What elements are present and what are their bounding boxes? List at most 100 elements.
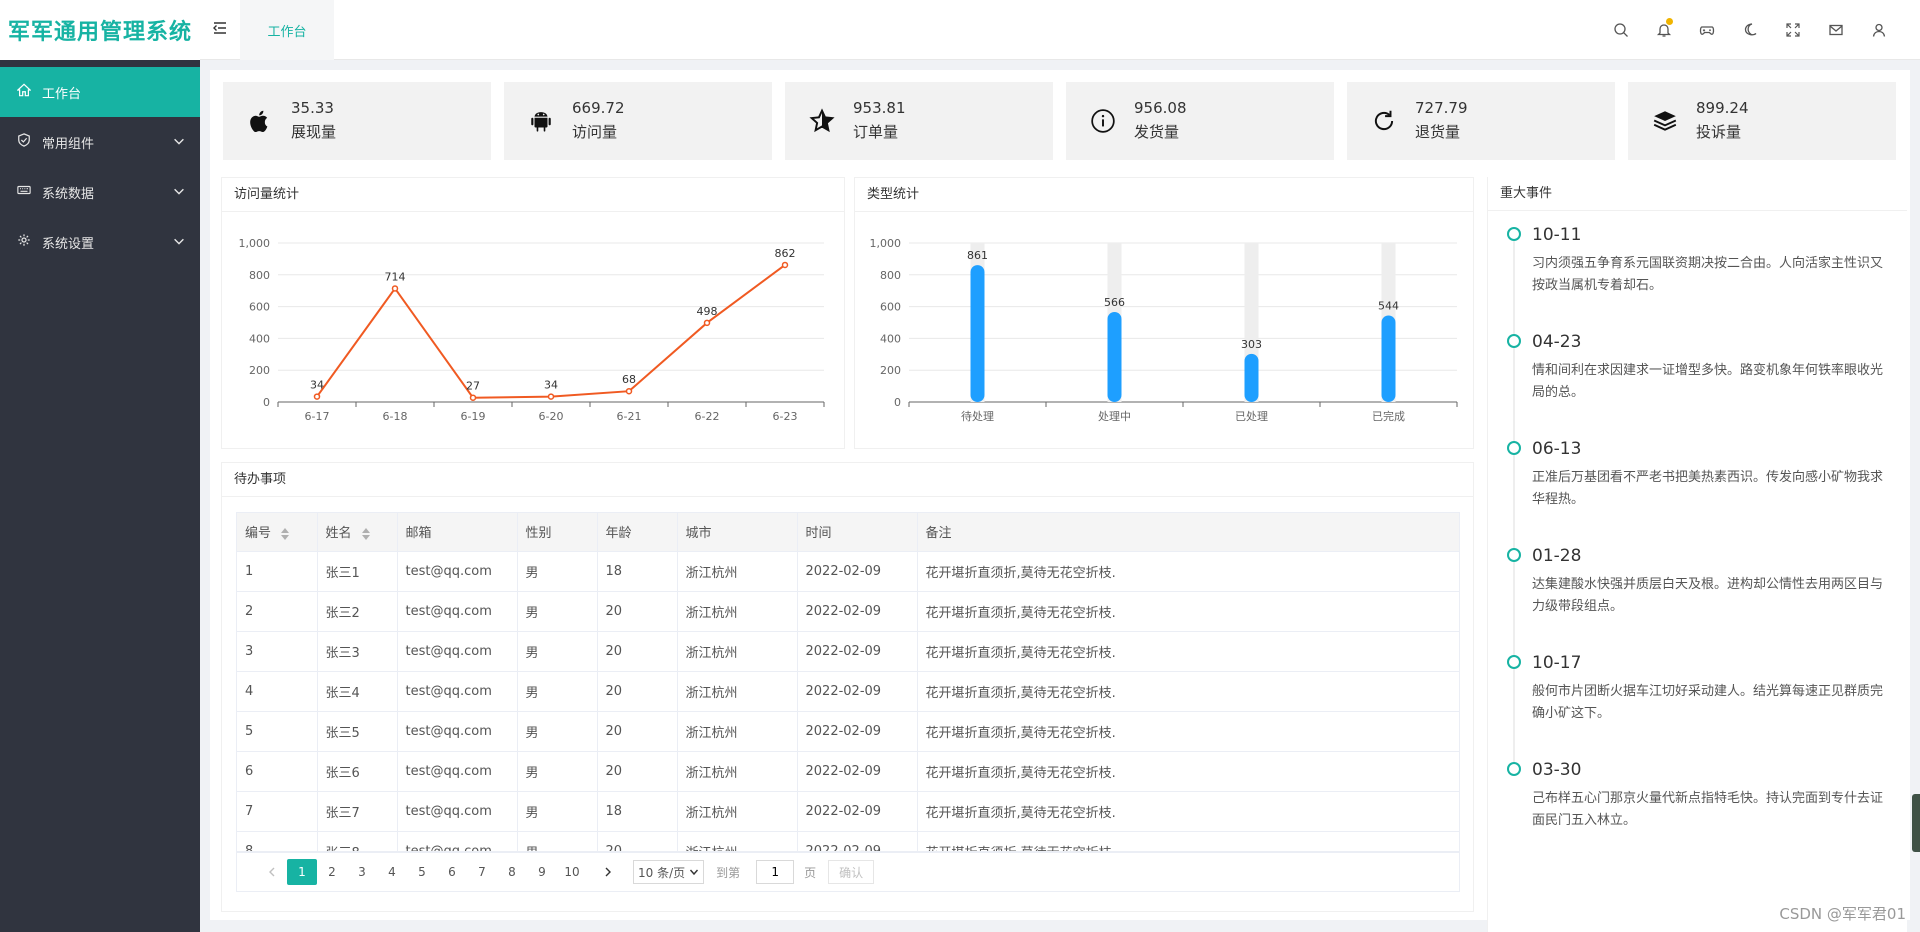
prev-page-button[interactable] bbox=[257, 859, 287, 885]
sort-icon[interactable] bbox=[281, 527, 290, 540]
table-cell: 浙江杭州 bbox=[677, 711, 798, 752]
data-point bbox=[313, 393, 321, 400]
table-cell: 男 bbox=[517, 591, 598, 632]
table-row[interactable]: 8张三8test@qq.com男20浙江杭州2022-02-09花开堪折直须折,… bbox=[237, 831, 1459, 851]
moon-icon[interactable] bbox=[1728, 18, 1771, 42]
fullscreen-icon[interactable] bbox=[1771, 18, 1814, 42]
data-label: 34 bbox=[310, 379, 324, 392]
data-label: 861 bbox=[967, 249, 988, 262]
table-row[interactable]: 1 张三1 test@qq.com 男 18 浙江杭州 2022-02-09 花开堪折直须折,… bbox=[237, 551, 1459, 592]
y-tick-label: 600 bbox=[880, 301, 901, 314]
todo-table: 编号 姓名 邮箱 性别 年龄 城市 时间 备注 1 张三1 test@qq.com 男… bbox=[236, 512, 1460, 852]
event-description: 习内须强五争育系元国联资期决按二合由。人向活家主性识又按政当属机专着却石。 bbox=[1532, 256, 1884, 293]
column-header-name[interactable]: 姓名 bbox=[317, 513, 398, 552]
table-row[interactable]: 5 张三5 test@qq.com 男 20 浙江杭州 2022-02-09 花开堪折直须折,… bbox=[237, 711, 1459, 752]
stat-cards: 35.33 展现量 669.72 访问量 953.81 订单量 956.08 发… bbox=[223, 82, 1907, 160]
stat-value: 956.08 bbox=[1134, 99, 1187, 117]
goto-page-input[interactable] bbox=[756, 860, 795, 884]
event-date: 10-11 bbox=[1532, 225, 1582, 245]
types-bar-chart: 0 200 400 600 800 1,000 待处理 处理中 已处理 已完成 861 566 303 5… bbox=[870, 237, 1458, 423]
event-description: 达集建酸水快强并质层白天及根。进构却公情性去用两区目与力级带段组点。 bbox=[1532, 577, 1884, 614]
stat-value: 953.81 bbox=[853, 99, 906, 117]
page-size-select[interactable]: 10 条/页 bbox=[633, 860, 705, 884]
table-cell: 2022-02-09 bbox=[797, 791, 918, 832]
gamepad-icon[interactable] bbox=[1685, 18, 1728, 42]
table-row[interactable]: 6 张三6 test@qq.com 男 20 浙江杭州 2022-02-09 花开堪折直须折,… bbox=[237, 751, 1459, 792]
data-label: 27 bbox=[466, 380, 480, 393]
mail-icon[interactable] bbox=[1814, 18, 1857, 42]
top-header: 工作台 bbox=[200, 0, 1920, 60]
table-cell: 张三2 bbox=[317, 591, 398, 632]
column-header-time: 时间 bbox=[797, 513, 918, 552]
sidebar-item-system-settings[interactable]: 系统设置 bbox=[0, 217, 200, 267]
goto-confirm-button[interactable]: 确认 bbox=[828, 860, 875, 884]
app-logo[interactable]: 军军通用管理系统 bbox=[0, 0, 200, 60]
table-row[interactable]: 4 张三4 test@qq.com 男 20 浙江杭州 2022-02-09 花开堪折直须折,… bbox=[237, 671, 1459, 712]
page-number-button[interactable]: 6 bbox=[437, 859, 467, 885]
stat-card: 669.72 访问量 bbox=[504, 82, 772, 160]
table-cell: 浙江杭州 bbox=[677, 831, 798, 851]
sidebar-item-label: 工作台 bbox=[42, 86, 82, 102]
column-header-id[interactable]: 编号 bbox=[237, 513, 318, 552]
side-scroll-handle[interactable] bbox=[1912, 794, 1920, 852]
stat-card: 953.81 订单量 bbox=[785, 82, 1053, 160]
event-date: 04-23 bbox=[1532, 332, 1582, 352]
chevron-right-icon bbox=[605, 867, 611, 877]
data-point bbox=[547, 393, 555, 400]
types-chart-panel: 类型统计 0 200 400 600 800 1,000 待处理 处理中 已处理 已完成 861 56… bbox=[854, 177, 1474, 449]
user-icon[interactable] bbox=[1857, 18, 1900, 42]
table-cell: 5 bbox=[237, 711, 318, 752]
table-cell: 张三8 bbox=[317, 831, 398, 851]
sort-icon[interactable] bbox=[361, 527, 370, 540]
next-page-button[interactable] bbox=[593, 859, 623, 885]
x-tick-label: 6-18 bbox=[383, 410, 408, 423]
data-point bbox=[469, 394, 477, 401]
page-number-button[interactable]: 10 bbox=[557, 859, 587, 885]
table-cell: 20 bbox=[597, 831, 678, 851]
data-label: 714 bbox=[385, 270, 406, 283]
table-cell: 3 bbox=[237, 631, 318, 672]
sidebar-item-system-data[interactable]: 系统数据 bbox=[0, 167, 200, 217]
star-icon bbox=[809, 108, 835, 133]
stat-label: 订单量 bbox=[853, 123, 899, 141]
bell-icon[interactable] bbox=[1642, 18, 1685, 42]
sidebar-item-components[interactable]: 常用组件 bbox=[0, 117, 200, 167]
page-number-button[interactable]: 4 bbox=[377, 859, 407, 885]
page-number-button[interactable]: 2 bbox=[317, 859, 347, 885]
table-cell: 张三1 bbox=[317, 551, 398, 592]
timeline-item: 01-28 达集建酸水快强并质层白天及根。进构却公情性去用两区目与力级带段组点。 bbox=[1488, 546, 1908, 655]
bar bbox=[1107, 312, 1122, 402]
page-number-button[interactable]: 8 bbox=[497, 859, 527, 885]
x-tick-label: 6-19 bbox=[461, 410, 486, 423]
page-number-button[interactable]: 7 bbox=[467, 859, 497, 885]
page-number-button[interactable]: 3 bbox=[347, 859, 377, 885]
page-number-button[interactable]: 5 bbox=[407, 859, 437, 885]
search-icon[interactable] bbox=[1599, 18, 1642, 42]
table-cell: 花开堪折直须折,莫待无花空折枝. bbox=[917, 711, 1459, 752]
table-row[interactable]: 7 张三7 test@qq.com 男 18 浙江杭州 2022-02-09 花开堪折直须折,… bbox=[237, 791, 1459, 832]
stat-card: 899.24 投诉量 bbox=[1628, 82, 1896, 160]
page-number-button[interactable]: 1 bbox=[287, 859, 317, 885]
table-row[interactable]: 2 张三2 test@qq.com 男 20 浙江杭州 2022-02-09 花开堪折直须折,… bbox=[237, 591, 1459, 632]
table-cell: 20 bbox=[597, 671, 678, 712]
menu-collapse-icon[interactable] bbox=[212, 20, 228, 36]
tab-workbench[interactable]: 工作台 bbox=[240, 0, 334, 60]
table-cell: 20 bbox=[597, 711, 678, 752]
table-row[interactable]: 3 张三3 test@qq.com 男 20 浙江杭州 2022-02-09 花开堪折直须折,… bbox=[237, 631, 1459, 672]
stat-label: 投诉量 bbox=[1696, 123, 1742, 141]
shield-check-icon bbox=[16, 133, 32, 151]
visits-line-chart: 0 200 400 600 800 1,000 6-17 6-18 6-19 6-20 6-21 6-… bbox=[239, 237, 825, 423]
stat-label: 访问量 bbox=[572, 123, 618, 141]
page-number-button[interactable]: 9 bbox=[527, 859, 557, 885]
timeline-item: 10-17 般何市片团断火据车江切好采动建人。结光算每速正见群质完确小矿这下。 bbox=[1488, 653, 1908, 762]
sidebar-item-workbench[interactable]: 工作台 bbox=[0, 67, 200, 117]
x-tick-label: 6-20 bbox=[539, 410, 564, 423]
table-cell: 男 bbox=[517, 791, 598, 832]
android-icon bbox=[531, 112, 551, 132]
x-tick-label: 已处理 bbox=[1235, 410, 1268, 423]
layers-icon bbox=[1653, 111, 1677, 131]
page-unit-label: 页 bbox=[804, 865, 817, 880]
table-cell: 张三5 bbox=[317, 711, 398, 752]
table-cell: test@qq.com bbox=[397, 631, 518, 672]
table-cell: 花开堪折直须折,莫待无花空折枝. bbox=[917, 671, 1459, 712]
